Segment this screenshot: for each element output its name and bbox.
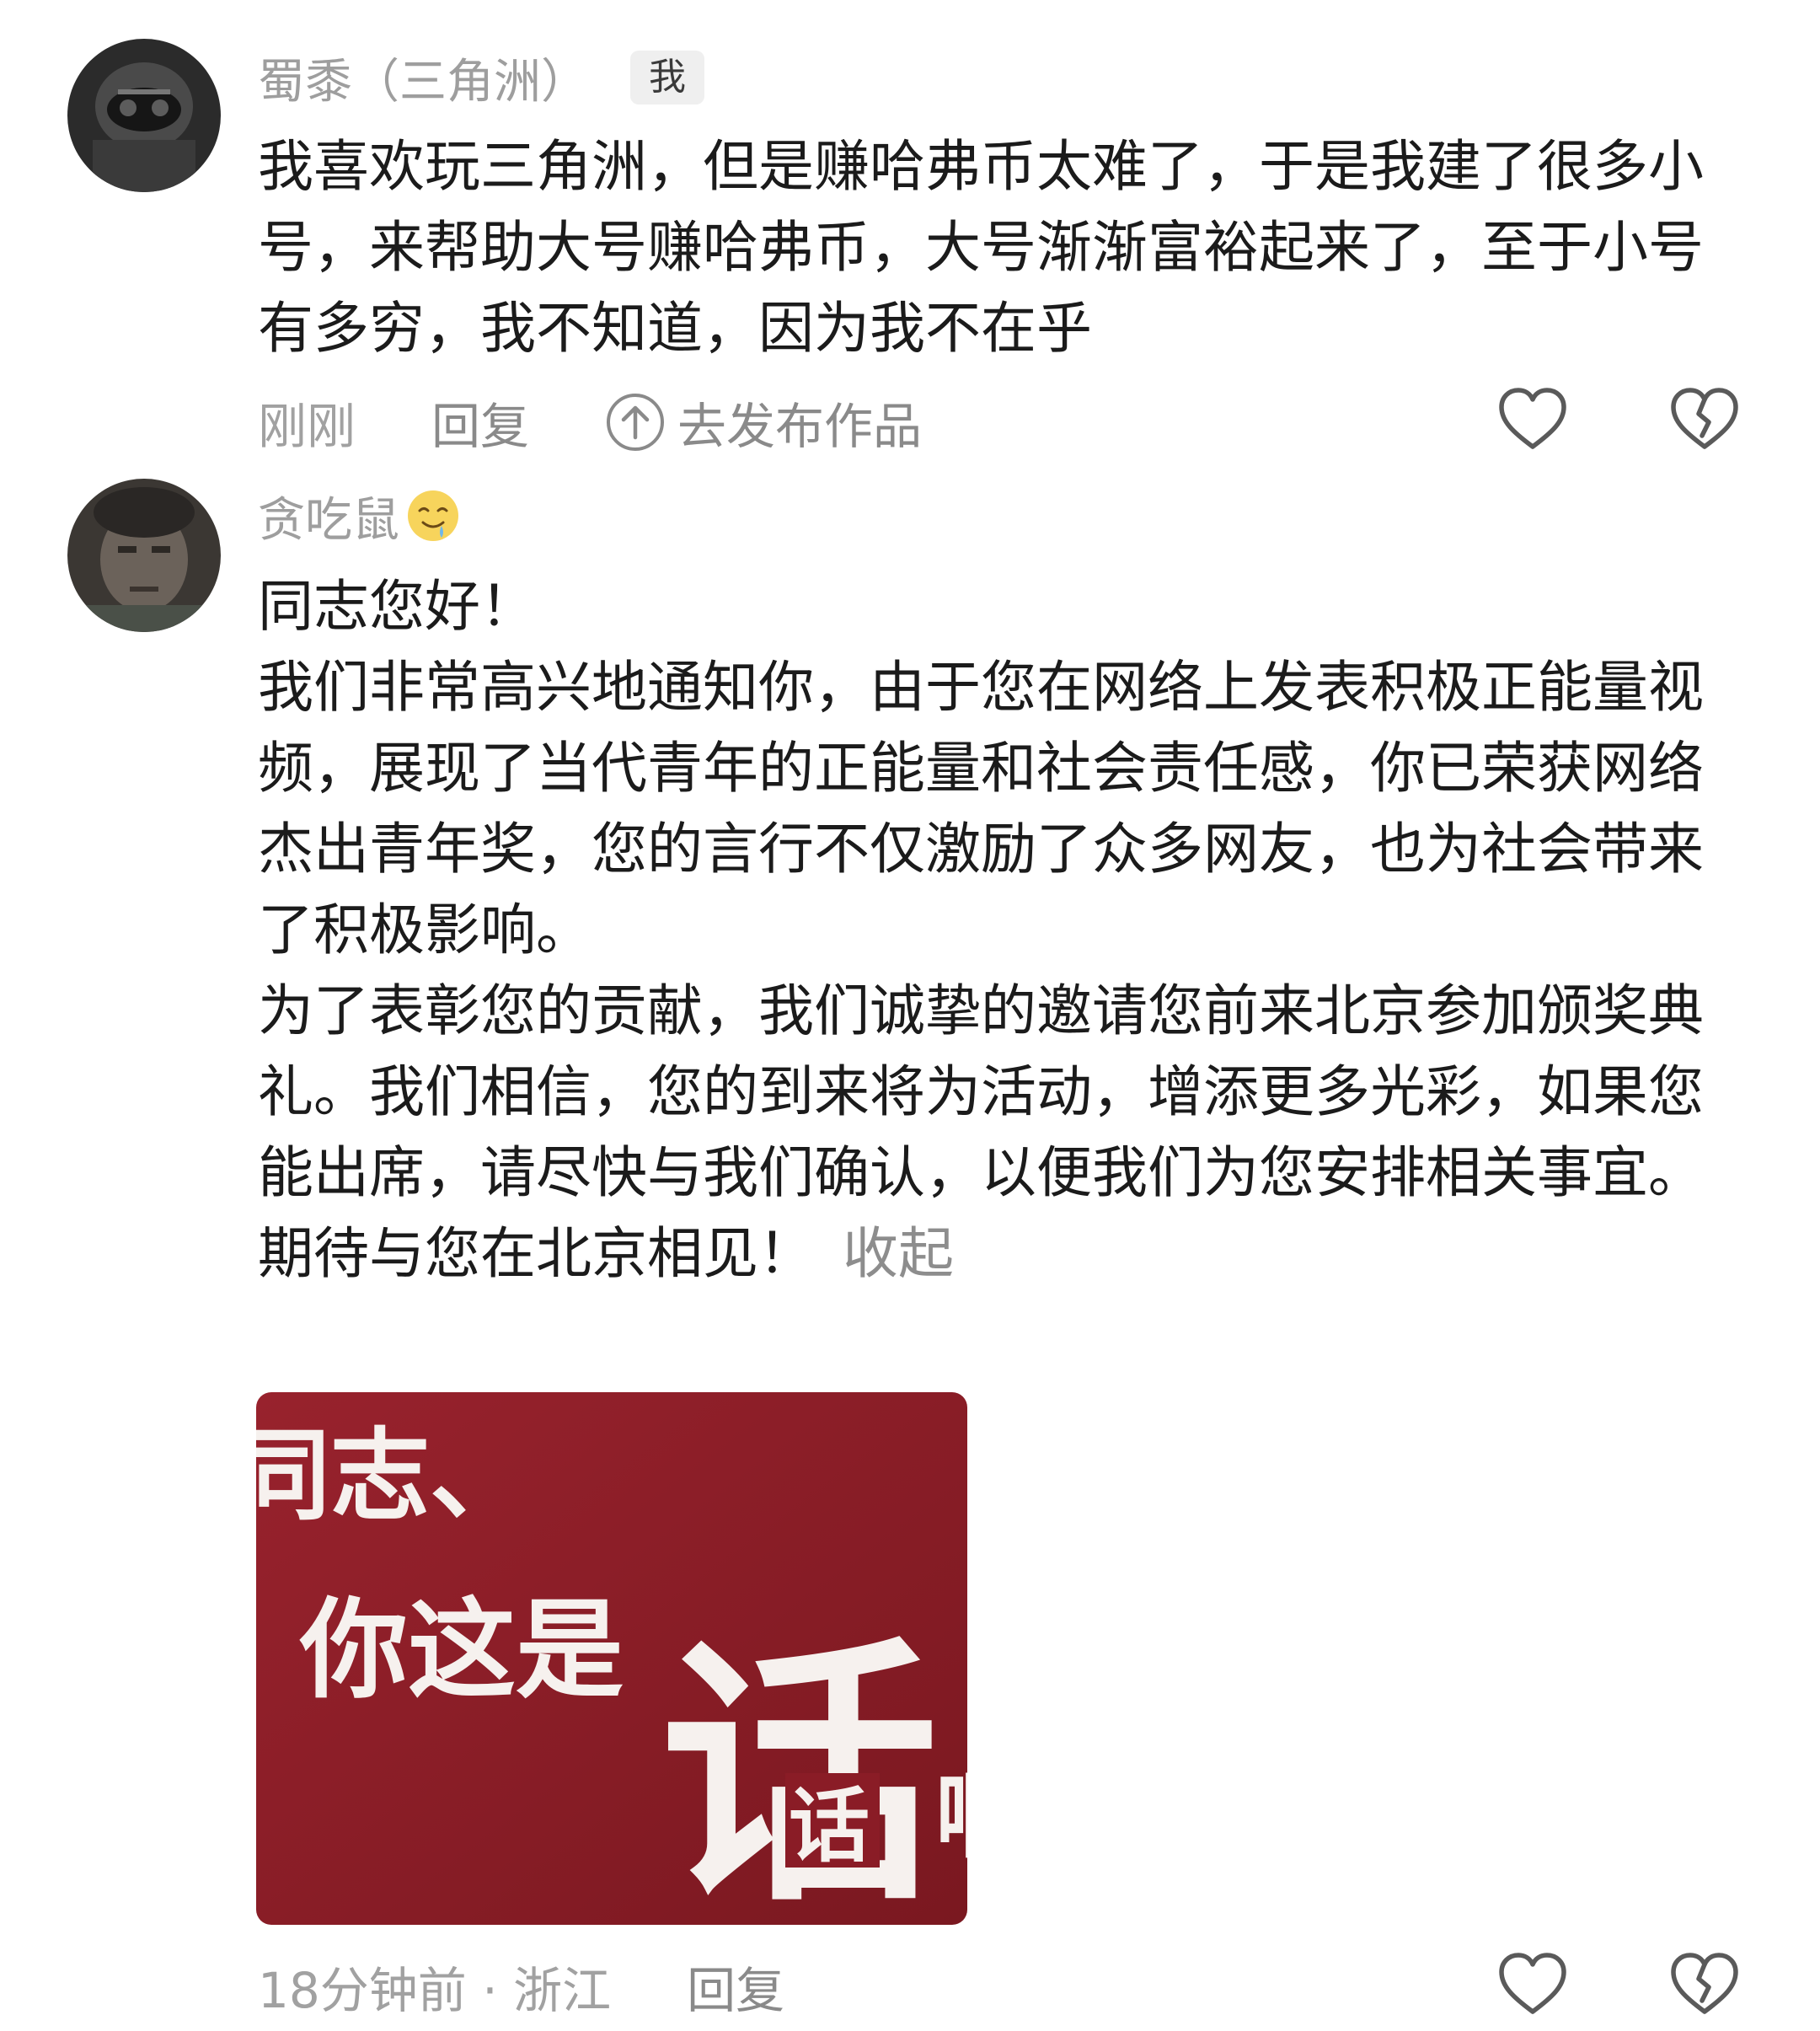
up-arrow-circle-icon <box>607 394 665 451</box>
comment-paragraph: 同志您好！ <box>258 574 536 639</box>
comment-paragraph: 我喜欢玩三角洲，但是赚哈弗币太难了，于是我建了很多小号，来帮助大号赚哈弗币，大号… <box>258 134 1704 361</box>
username[interactable]: 蜀黍（三角洲） <box>258 44 588 112</box>
sticker-line-2: 你这是 <box>299 1587 624 1713</box>
collapse-button[interactable]: 收起 <box>843 1221 954 1286</box>
heart-icon[interactable] <box>1496 383 1569 456</box>
broken-heart-icon[interactable] <box>1668 383 1741 456</box>
username[interactable]: 贪吃鼠 <box>258 482 399 550</box>
drooling-face-emoji <box>408 490 458 541</box>
comment-paragraph: 我们非常高兴地通知你，由于您在网络上发表积极正能量视频，展现了当代青年的正能量和… <box>258 655 1704 962</box>
heart-icon[interactable] <box>1496 1948 1569 2021</box>
comment-meta: 刚刚 回复 去发布作品 <box>258 384 922 460</box>
avatar[interactable] <box>67 479 221 632</box>
comment-meta: 18分钟前 · 浙江 回复 <box>258 1948 784 2024</box>
sticker-big-char: 话 <box>661 1611 939 1925</box>
reply-button[interactable]: 回复 <box>431 387 529 458</box>
comment-time: 刚刚 <box>258 398 356 455</box>
sticker-line-1: 同志、 <box>256 1417 529 1534</box>
sticker-image[interactable]: 同志、 你这是 话 话 啊 <box>256 1392 967 1925</box>
comment-header: 蜀黍（三角洲） 我 <box>258 44 704 111</box>
sticker-small-char: 话 <box>789 1778 870 1873</box>
publish-label: 去发布作品 <box>677 398 923 455</box>
comment-time-location: 18分钟前 · 浙江 <box>258 1962 612 2019</box>
comment-paragraph: 期待与您在北京相见！ <box>258 1221 814 1286</box>
sticker-edge-char: 啊 <box>935 1762 967 1871</box>
comment-text: 同志您好！ 我们非常高兴地通知你，由于您在网络上发表积极正能量视频，展现了当代青… <box>258 566 1707 1294</box>
comment-header: 贪吃鼠 <box>258 482 462 549</box>
publish-work-button[interactable]: 去发布作品 <box>605 387 922 458</box>
comment-paragraph: 为了表彰您的贡献，我们诚挚的邀请您前来北京参加颁奖典礼。我们相信，您的到来将为活… <box>258 978 1704 1205</box>
comment-paragraph-last: 期待与您在北京相见！ 收起 <box>258 1214 1707 1294</box>
avatar[interactable] <box>67 39 221 192</box>
reply-button[interactable]: 回复 <box>687 1951 784 2022</box>
broken-heart-icon[interactable] <box>1668 1948 1741 2021</box>
me-badge: 我 <box>630 51 704 104</box>
comment-text: 我喜欢玩三角洲，但是赚哈弗币太难了，于是我建了很多小号，来帮助大号赚哈弗币，大号… <box>258 126 1707 369</box>
